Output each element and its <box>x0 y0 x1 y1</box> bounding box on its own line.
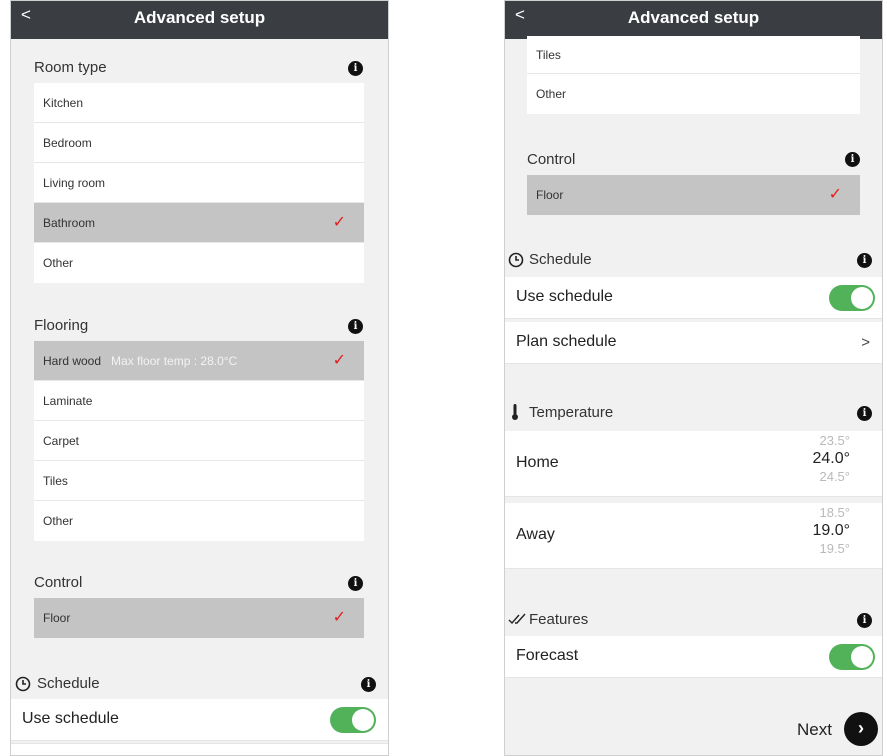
use-schedule-row: Use schedule <box>505 277 882 319</box>
control-option-floor[interactable]: Floor ✓ <box>527 175 860 215</box>
flooring-option-carpet[interactable]: Carpet <box>34 421 364 461</box>
room-type-option-bathroom[interactable]: Bathroom ✓ <box>34 203 364 243</box>
option-label: Hard wood <box>43 354 102 368</box>
picker-below-value: 19.5° <box>819 541 850 556</box>
flooring-title: Flooring <box>34 317 89 334</box>
picker-below-value: 24.5° <box>819 469 850 484</box>
picker-above-value: 23.5° <box>819 433 850 448</box>
room-type-option-living-room[interactable]: Living room <box>34 163 364 203</box>
option-label: Floor <box>536 188 564 202</box>
next-label[interactable]: Next <box>797 720 832 740</box>
plan-schedule-label: Plan schedule <box>516 333 617 350</box>
info-icon[interactable]: i <box>361 677 376 692</box>
page-title: Advanced setup <box>627 8 760 27</box>
info-icon[interactable]: i <box>348 576 363 591</box>
info-icon[interactable]: i <box>857 406 872 421</box>
nav-bar: < Advanced setup <box>505 1 882 39</box>
temperature-title: Temperature <box>529 404 614 421</box>
use-schedule-label: Use schedule <box>516 288 613 305</box>
option-label: Kitchen <box>43 96 84 110</box>
chevron-right-icon: > <box>861 334 870 351</box>
control-title: Control <box>527 151 576 168</box>
check-icon: ✓ <box>332 352 346 369</box>
away-temperature-picker[interactable]: 18.5° 19.0° 19.5° <box>812 505 850 557</box>
check-icon: ✓ <box>332 609 346 626</box>
option-label: Other <box>536 87 567 101</box>
home-temperature-row: Home 23.5° 24.0° 24.5° <box>505 431 882 497</box>
forecast-toggle[interactable] <box>829 644 875 670</box>
forecast-label: Forecast <box>516 647 579 664</box>
room-type-title: Room type <box>34 59 107 76</box>
option-label: Living room <box>43 176 106 190</box>
home-temperature-picker[interactable]: 23.5° 24.0° 24.5° <box>812 433 850 485</box>
flooring-option-tiles[interactable]: Tiles <box>34 461 364 501</box>
option-label: Laminate <box>43 394 93 408</box>
info-icon[interactable]: i <box>857 253 872 268</box>
right-screen: < Advanced setup Tiles Other Control i F… <box>504 0 883 756</box>
info-icon[interactable]: i <box>348 61 363 76</box>
info-icon[interactable]: i <box>845 152 860 167</box>
use-schedule-toggle[interactable] <box>829 285 875 311</box>
option-label: Other <box>43 514 74 528</box>
away-temperature-row: Away 18.5° 19.0° 19.5° <box>505 503 882 569</box>
option-label: Tiles <box>536 48 561 62</box>
clock-icon <box>508 252 524 268</box>
flooring-option-tiles[interactable]: Tiles <box>527 36 860 74</box>
away-label: Away <box>516 526 555 543</box>
picker-above-value: 18.5° <box>819 505 850 520</box>
use-schedule-toggle[interactable] <box>330 707 376 733</box>
flooring-list: Tiles Other <box>527 36 860 114</box>
room-type-list: Kitchen Bedroom Living room Bathroom ✓ Ot… <box>34 83 364 283</box>
flooring-option-other[interactable]: Other <box>527 74 860 114</box>
next-arrow-icon[interactable]: › <box>844 712 878 746</box>
option-label: Bathroom <box>43 216 96 230</box>
use-schedule-row: Use schedule <box>11 699 388 741</box>
forecast-row: Forecast <box>505 636 882 678</box>
thermometer-icon <box>512 404 518 420</box>
nav-bar: < Advanced setup <box>11 1 388 39</box>
flooring-option-other[interactable]: Other <box>34 501 364 541</box>
flooring-option-laminate[interactable]: Laminate <box>34 381 364 421</box>
flooring-option-hard-wood[interactable]: Hard wood Max floor temp : 28.0°C ✓ <box>34 341 364 381</box>
option-label: Carpet <box>43 434 80 448</box>
option-label: Tiles <box>43 474 68 488</box>
schedule-title: Schedule <box>529 251 592 268</box>
features-icon <box>508 613 526 625</box>
check-icon: ✓ <box>828 186 842 203</box>
plan-schedule-row[interactable]: Plan schedule > <box>505 322 882 364</box>
control-list: Floor ✓ <box>527 175 860 215</box>
clock-icon <box>15 676 31 692</box>
info-icon[interactable]: i <box>348 319 363 334</box>
option-label: Floor <box>43 611 71 625</box>
control-option-floor[interactable]: Floor ✓ <box>34 598 364 638</box>
left-screen: < Advanced setup Room type i Kitchen Bed… <box>10 0 389 756</box>
toggle-knob <box>352 709 374 731</box>
page-title: Advanced setup <box>133 8 266 27</box>
room-type-option-bedroom[interactable]: Bedroom <box>34 123 364 163</box>
control-title: Control <box>34 574 83 591</box>
room-type-option-other[interactable]: Other <box>34 243 364 283</box>
features-title: Features <box>529 611 589 628</box>
flooring-list: Hard wood Max floor temp : 28.0°C ✓ Lamina… <box>34 341 364 541</box>
option-label: Bedroom <box>43 136 92 150</box>
info-icon[interactable]: i <box>857 613 872 628</box>
toggle-knob <box>851 287 873 309</box>
check-icon: ✓ <box>332 214 346 231</box>
picker-current-value: 19.0° <box>812 522 850 539</box>
use-schedule-label: Use schedule <box>22 710 119 727</box>
picker-current-value: 24.0° <box>812 450 850 467</box>
toggle-knob <box>851 646 873 668</box>
plan-schedule-row[interactable] <box>11 743 388 755</box>
home-label: Home <box>516 454 559 471</box>
option-label: Other <box>43 256 74 270</box>
room-type-option-kitchen[interactable]: Kitchen <box>34 83 364 123</box>
control-list: Floor ✓ <box>34 598 364 638</box>
schedule-title: Schedule <box>37 675 100 692</box>
max-floor-temp-note: Max floor temp : 28.0°C <box>111 354 238 368</box>
